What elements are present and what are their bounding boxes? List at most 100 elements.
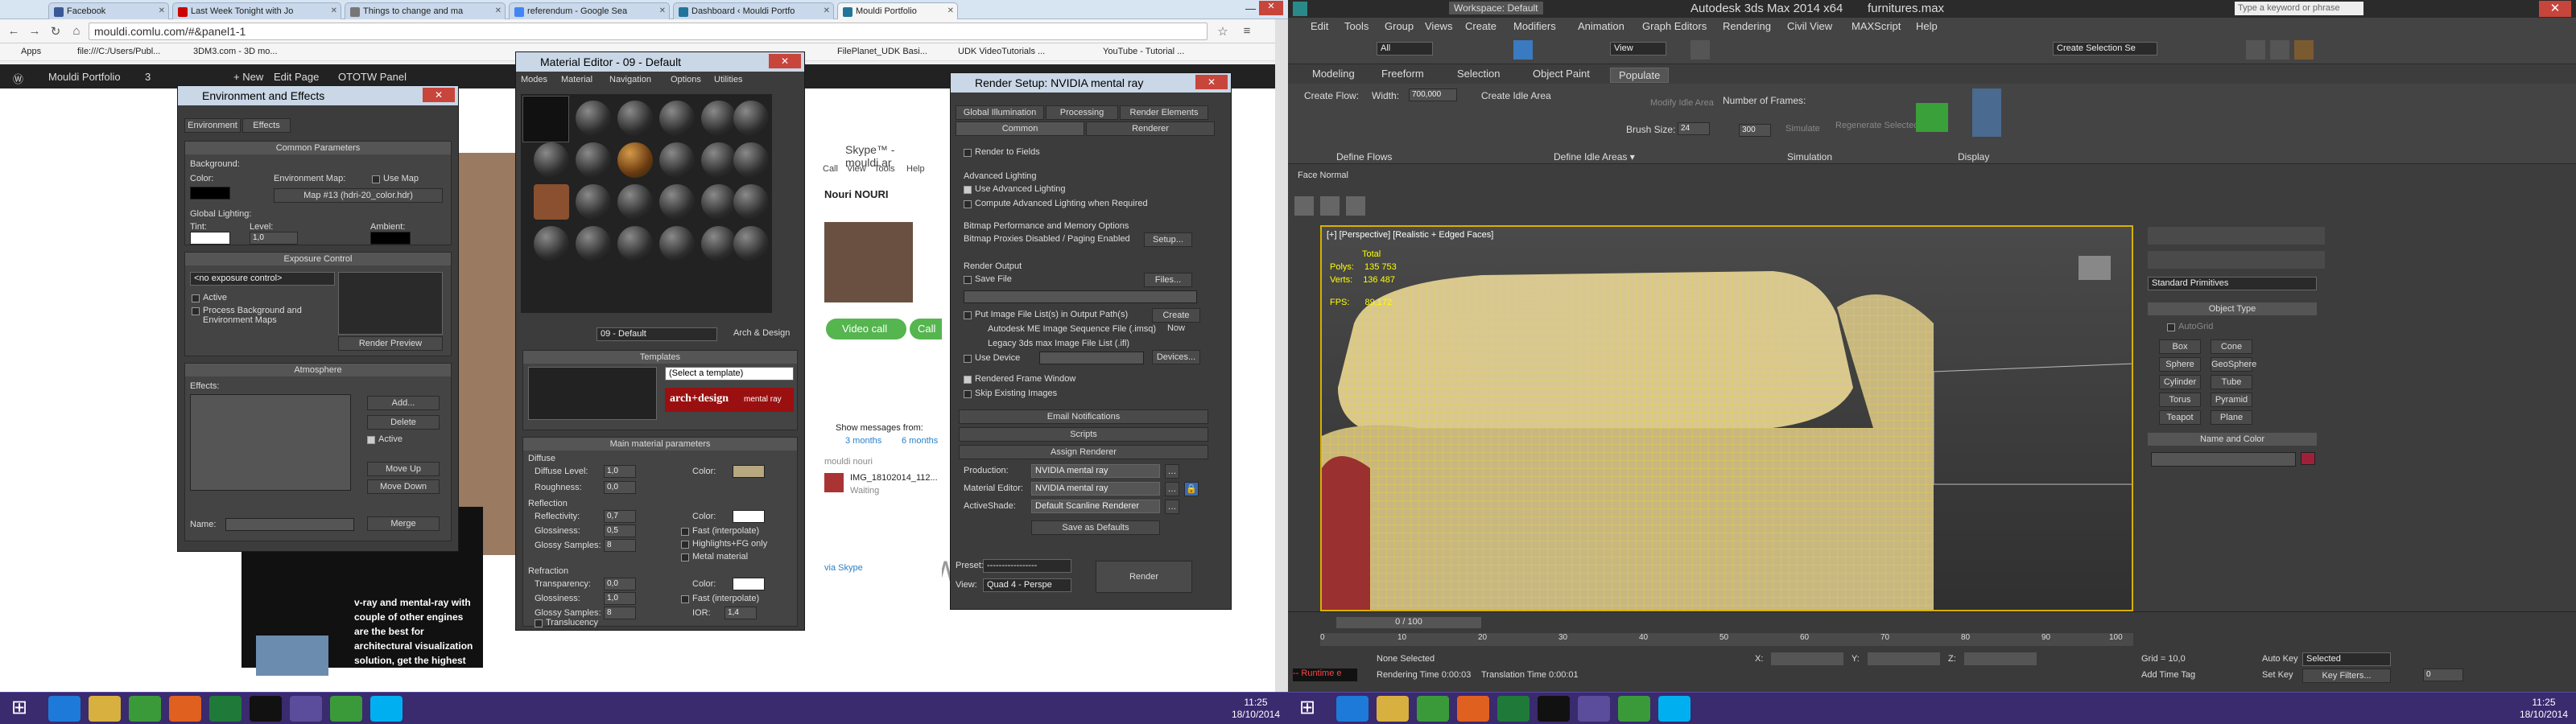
diffuse-level-spinner[interactable]: 1,0 xyxy=(604,465,636,478)
wp-logo-icon[interactable]: Ⓦ xyxy=(13,71,23,86)
months6-link[interactable]: 6 months xyxy=(902,436,938,446)
choose-renderer-button[interactable]: … xyxy=(1165,500,1179,514)
excel-icon[interactable] xyxy=(209,696,242,722)
taskbar-clock[interactable]: 11:25 18/10/2014 xyxy=(1232,697,1280,721)
compute-adv-checkbox[interactable] xyxy=(964,200,972,208)
pyramid-button[interactable]: Pyramid xyxy=(2211,393,2252,407)
rendered-frame-checkbox[interactable] xyxy=(964,376,972,384)
move-up-button[interactable]: Move Up xyxy=(367,462,440,476)
selection-filter[interactable]: All xyxy=(1377,42,1433,56)
taskbar-clock[interactable]: 11:25 18/10/2014 xyxy=(2520,697,2568,721)
tab-render-elements[interactable]: Render Elements xyxy=(1120,105,1208,120)
forward-icon[interactable]: → xyxy=(27,24,42,39)
wp-site-name[interactable]: Mouldi Portfolio xyxy=(48,71,121,83)
tab-global-illumination[interactable]: Global Illumination xyxy=(956,105,1044,120)
rollout-title[interactable]: Atmosphere xyxy=(185,364,451,376)
menu-tools[interactable]: Tools xyxy=(1344,20,1368,32)
menu-icon[interactable]: ≡ xyxy=(1240,24,1254,39)
bg-color-swatch[interactable] xyxy=(190,187,230,200)
auto-key-button[interactable]: Auto Key xyxy=(2262,654,2298,664)
bookmark-youtube[interactable]: YouTube - Tutorial ... xyxy=(1103,47,1184,56)
modify-idle-button[interactable]: Modify Idle Area xyxy=(1650,98,1714,108)
cmd-icon[interactable] xyxy=(250,696,282,722)
close-button[interactable]: ✕ xyxy=(769,54,801,68)
render-icon[interactable] xyxy=(2294,40,2314,60)
url-input[interactable]: mouldi.comlu.com/#&panel1-1 xyxy=(89,23,1208,40)
tab-renderer[interactable]: Renderer xyxy=(1086,121,1215,136)
page-scrollbar[interactable] xyxy=(1275,19,1288,692)
z-coord-field[interactable] xyxy=(1964,652,2037,665)
devices-button[interactable]: Devices... xyxy=(1152,350,1200,364)
windows-start-icon[interactable]: ⊞ xyxy=(3,696,35,722)
render-button[interactable]: Render xyxy=(1096,561,1192,593)
chrome2-icon[interactable] xyxy=(330,696,362,722)
windows-start-icon[interactable]: ⊞ xyxy=(1291,696,1323,722)
ambient-swatch[interactable] xyxy=(370,232,411,245)
sphere-button[interactable]: Sphere xyxy=(2159,357,2201,372)
tab-effects[interactable]: Effects xyxy=(242,118,291,133)
create-category-bar[interactable] xyxy=(2148,251,2325,269)
simulate-button[interactable]: Simulate xyxy=(1785,124,1820,134)
explorer-icon[interactable] xyxy=(1377,696,1409,722)
close-icon[interactable]: ✕ xyxy=(159,6,165,15)
via-skype-dropdown[interactable]: via Skype xyxy=(824,563,863,573)
menu-maxscript[interactable]: MAXScript xyxy=(1852,20,1901,32)
transparency-spinner[interactable]: 0,0 xyxy=(604,578,636,590)
skype-icon[interactable] xyxy=(1658,696,1690,722)
home-icon[interactable]: ⌂ xyxy=(69,24,84,39)
move-down-button[interactable]: Move Down xyxy=(367,479,440,494)
menu-help[interactable]: Help xyxy=(906,164,925,174)
material-type-button[interactable]: Arch & Design xyxy=(733,328,790,338)
selection-set-dropdown[interactable]: Create Selection Se xyxy=(2053,42,2157,56)
file-name[interactable]: IMG_18102014_112... xyxy=(850,473,938,483)
close-icon[interactable]: ✕ xyxy=(495,6,502,15)
name-color-rollout[interactable]: Name and Color xyxy=(2148,433,2317,446)
device-field[interactable] xyxy=(1039,352,1144,364)
geosphere-button[interactable]: GeoSphere xyxy=(2211,357,2256,372)
video-call-button[interactable]: Video call xyxy=(826,319,906,339)
num-frames-spinner[interactable]: 300 xyxy=(1739,124,1771,137)
close-icon[interactable]: ✕ xyxy=(824,6,830,15)
firefox-icon[interactable] xyxy=(1457,696,1489,722)
fast-interp-checkbox[interactable] xyxy=(681,528,689,536)
close-button[interactable]: ✕ xyxy=(1195,75,1228,89)
label[interactable]: Autodesk ME Image Sequence File (.imsq) xyxy=(988,324,1156,334)
menu-options[interactable]: Options xyxy=(671,75,701,84)
months3-link[interactable]: 3 months xyxy=(845,436,881,446)
process-bg-checkbox[interactable] xyxy=(192,307,200,315)
x-coord-field[interactable] xyxy=(1771,652,1843,665)
active-effect-checkbox[interactable] xyxy=(367,436,375,444)
render-setup-icon[interactable] xyxy=(2246,40,2265,60)
active-checkbox[interactable] xyxy=(192,294,200,302)
tab-object-paint[interactable]: Object Paint xyxy=(1533,68,1590,80)
primitives-dropdown[interactable]: Standard Primitives xyxy=(2148,277,2317,290)
autogrid-checkbox[interactable] xyxy=(2167,323,2175,331)
reflectivity-spinner[interactable]: 0,7 xyxy=(604,510,636,523)
exposure-dropdown[interactable]: <no exposure control> xyxy=(190,272,335,286)
wp-updates[interactable]: 3 xyxy=(145,71,151,83)
rollout-title[interactable]: Templates xyxy=(523,351,797,364)
tab-referendum[interactable]: referendum - Google Sea ✕ xyxy=(509,2,670,19)
command-panel-tabs[interactable] xyxy=(2148,227,2325,245)
tab-lastweek[interactable]: Last Week Tonight with Jo ✕ xyxy=(172,2,341,19)
toolbar-icon[interactable] xyxy=(1346,196,1365,216)
bookmark-apps[interactable]: Apps xyxy=(21,47,41,56)
save-file-checkbox[interactable] xyxy=(964,276,972,284)
add-time-tag[interactable]: Add Time Tag xyxy=(2141,670,2195,680)
tab-dashboard[interactable]: Dashboard ‹ Mouldi Portfo ✕ xyxy=(673,2,834,19)
fast-interp2-checkbox[interactable] xyxy=(681,595,689,603)
refr-glossiness-spinner[interactable]: 1,0 xyxy=(604,592,636,605)
tube-button[interactable]: Tube xyxy=(2211,375,2252,389)
plane-button[interactable]: Plane xyxy=(2211,410,2252,425)
viewcube-icon[interactable] xyxy=(2079,256,2111,280)
use-adv-lighting-checkbox[interactable] xyxy=(964,186,972,194)
add-button[interactable]: Add... xyxy=(367,396,440,410)
menu-create[interactable]: Create xyxy=(1465,20,1496,32)
glossy-samples-spinner[interactable]: 8 xyxy=(604,539,636,552)
name-field[interactable] xyxy=(225,518,354,531)
highlights-checkbox[interactable] xyxy=(681,541,689,549)
rollout-title[interactable]: Common Parameters xyxy=(185,142,451,154)
brush-size-spinner[interactable]: 24 xyxy=(1678,122,1710,135)
move-icon[interactable] xyxy=(1690,40,1710,60)
current-frame-spinner[interactable]: 0 xyxy=(2423,668,2463,681)
